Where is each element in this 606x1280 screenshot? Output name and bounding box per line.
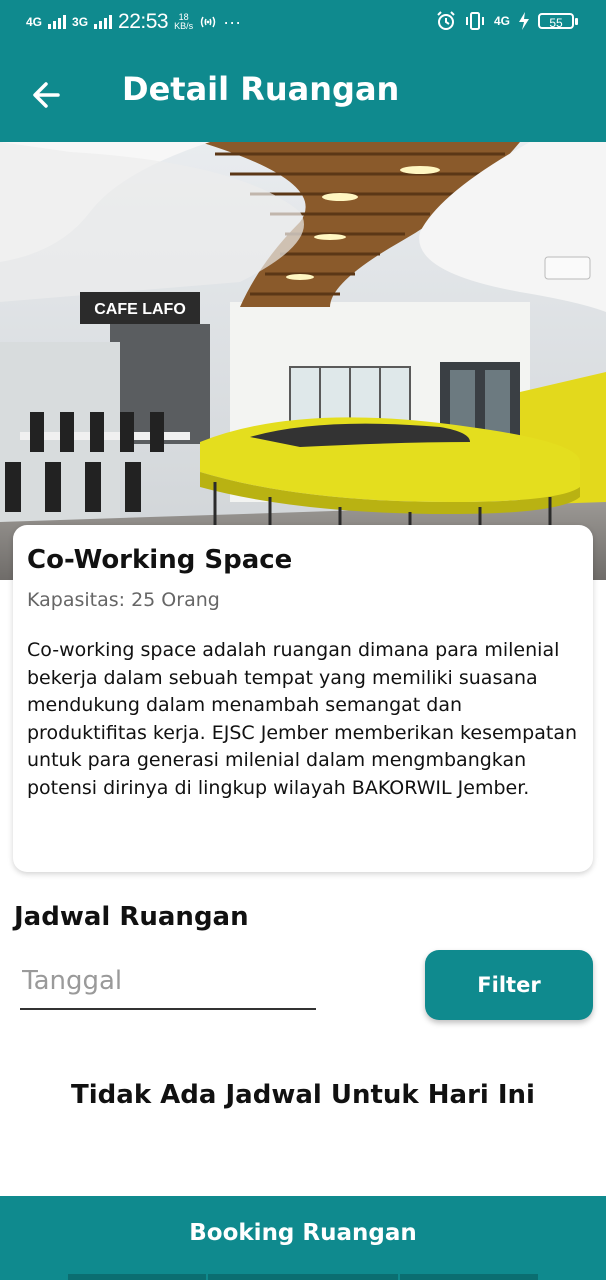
nav-gesture-bar-middle: [208, 1274, 398, 1280]
date-input[interactable]: [20, 960, 316, 1010]
network-type-label-3: 4G: [493, 14, 510, 28]
room-name: Co-Working Space: [27, 545, 293, 575]
cafe-sign-text: CAFE LAFO: [94, 301, 186, 318]
app-bar: Detail Ruangan: [0, 46, 606, 142]
filter-button[interactable]: Filter: [425, 950, 593, 1020]
network-speed: 18 KB/s: [174, 13, 193, 31]
empty-schedule-message: Tidak Ada Jadwal Untuk Hari Ini: [71, 1080, 535, 1110]
hotspot-icon: [200, 16, 216, 28]
page-title: Detail Ruangan: [122, 70, 400, 108]
vibrate-icon: [465, 12, 484, 30]
network-speed-unit: KB/s: [174, 21, 194, 31]
arrow-left-icon: [33, 82, 60, 108]
room-description: Co-working space adalah ruangan dimana p…: [27, 639, 578, 799]
battery-icon: 55: [538, 13, 578, 30]
room-photo: CAFE LAFO: [0, 142, 606, 580]
signal-icon: [48, 15, 67, 29]
schedule-section-title: Jadwal Ruangan: [14, 902, 249, 932]
more-notifications-icon: ···: [223, 11, 242, 32]
status-bar: 4G 3G 22:53 18 KB/s ··· 4G 55: [0, 0, 606, 46]
nav-gesture-bar-left: [68, 1274, 206, 1280]
charging-icon: [519, 12, 529, 30]
network-type-label: 4G: [26, 15, 43, 29]
alarm-icon: [437, 11, 455, 30]
clock: 22:53: [118, 10, 169, 33]
battery-level: 55: [538, 13, 574, 30]
booking-button[interactable]: Booking Ruangan: [0, 1196, 606, 1280]
room-capacity: Kapasitas: 25 Orang: [27, 589, 220, 611]
back-button[interactable]: [28, 76, 66, 114]
network-type-label-2: 3G: [72, 15, 89, 29]
booking-button-label: Booking Ruangan: [189, 1220, 417, 1246]
nav-gesture-bar-right: [400, 1274, 538, 1280]
room-detail-card: Co-Working Space Kapasitas: 25 Orang Co-…: [13, 525, 593, 872]
signal-icon-2: [94, 15, 113, 29]
